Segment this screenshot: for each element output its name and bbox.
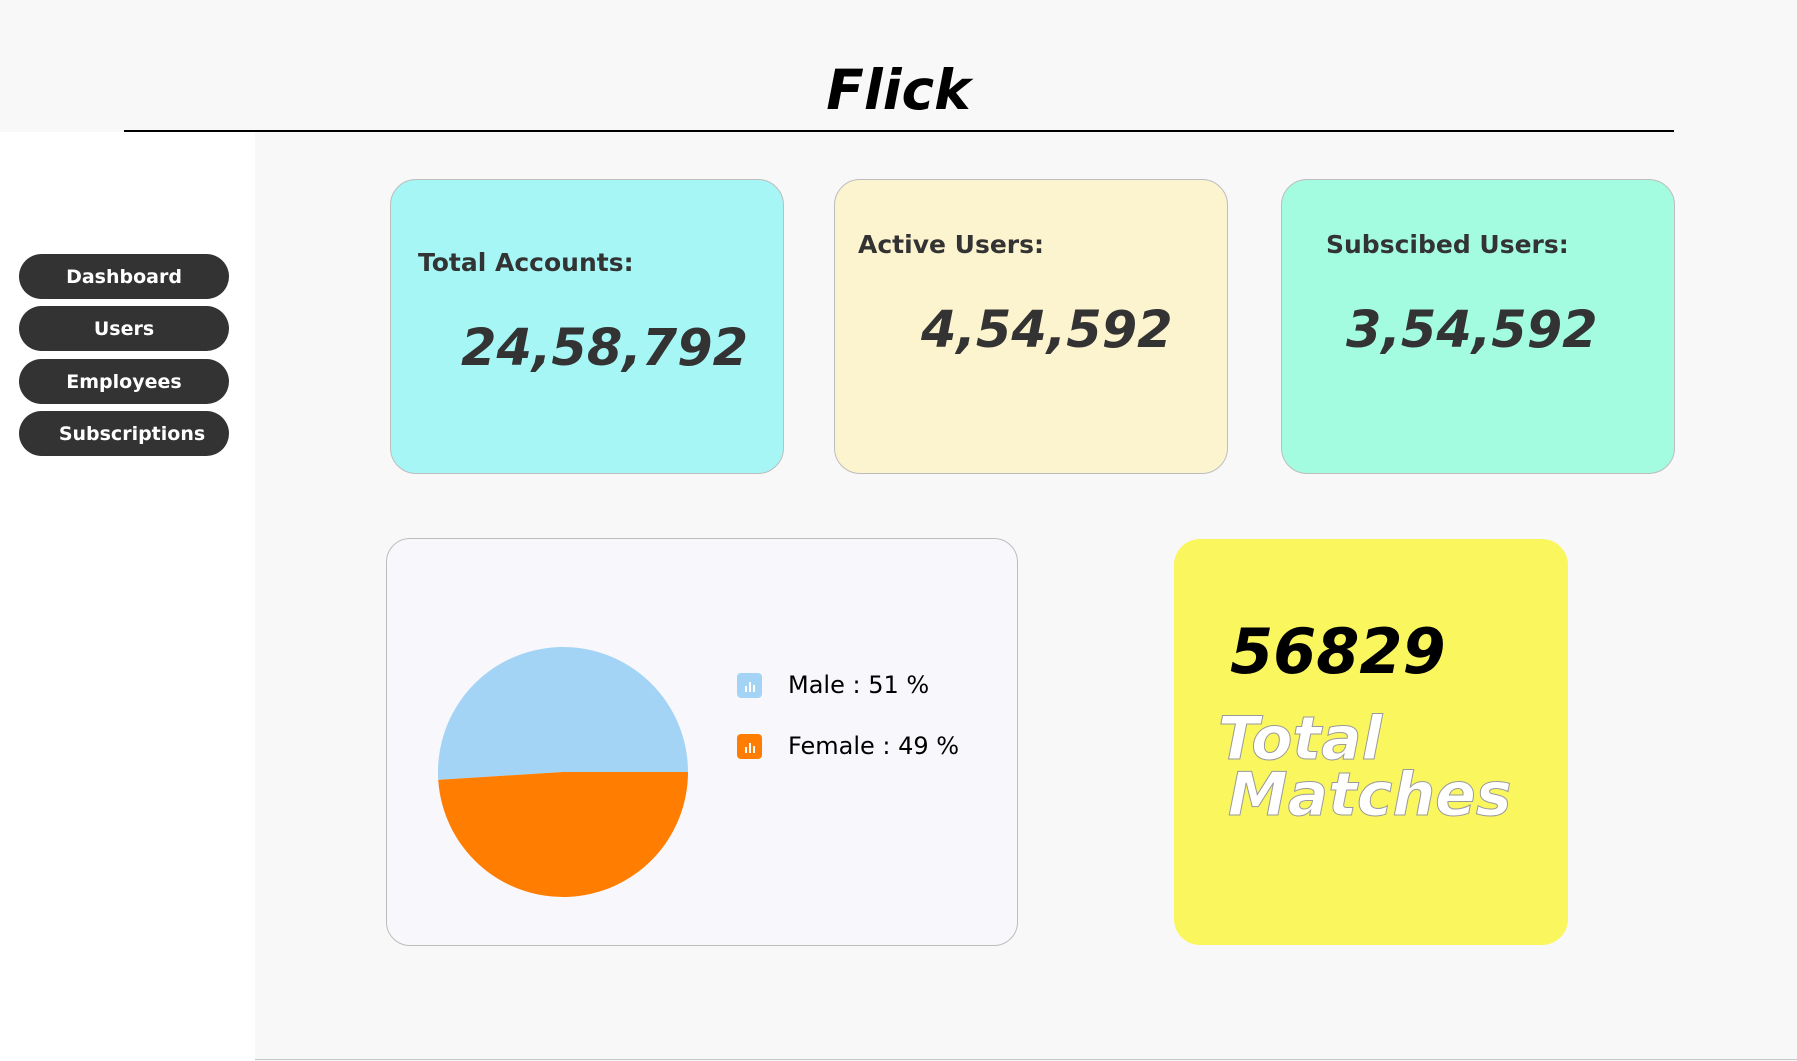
legend-male-label: Male : 51 % (788, 671, 930, 699)
legend-item-female: Female : 49 % (737, 732, 959, 760)
pie-slice-female (438, 772, 688, 898)
subscribed-users-label: Subscibed Users: (1326, 230, 1569, 259)
gender-pie-chart (438, 647, 688, 898)
header-divider (124, 130, 1674, 132)
nav-dashboard-button[interactable]: Dashboard (19, 254, 229, 299)
app-title: Flick (826, 58, 971, 122)
subscribed-users-value: 3,54,592 (1346, 301, 1598, 360)
bottom-divider (255, 1059, 1797, 1060)
legend-female-label: Female : 49 % (788, 732, 960, 760)
active-users-value: 4,54,592 (921, 301, 1173, 360)
nav-employees-button[interactable]: Employees (19, 359, 229, 404)
active-users-card: Active Users: 4,54,592 (834, 179, 1228, 474)
total-matches-value: 56829 (1230, 615, 1446, 688)
total-matches-label-line1: Total (1218, 704, 1383, 774)
total-matches-card: 56829 Total Matches (1174, 539, 1568, 945)
total-accounts-card: Total Accounts: 24,58,792 (390, 179, 784, 474)
bar-chart-icon (737, 733, 762, 759)
total-accounts-value: 24,58,792 (461, 319, 749, 378)
active-users-label: Active Users: (858, 230, 1044, 259)
total-accounts-label: Total Accounts: (418, 248, 634, 277)
total-matches-label-line2: Matches (1228, 760, 1513, 830)
nav-subscriptions-button[interactable]: Subscriptions (19, 411, 229, 456)
gender-chart-card: Male : 51 % Female : 49 % (386, 538, 1018, 946)
legend-item-male: Male : 51 % (737, 671, 929, 699)
nav-users-button[interactable]: Users (19, 306, 229, 351)
total-matches-label: Total Matches (1218, 704, 1513, 830)
bar-chart-icon (737, 672, 762, 698)
pie-slice-male (438, 647, 688, 780)
subscribed-users-card: Subscibed Users: 3,54,592 (1281, 179, 1675, 474)
